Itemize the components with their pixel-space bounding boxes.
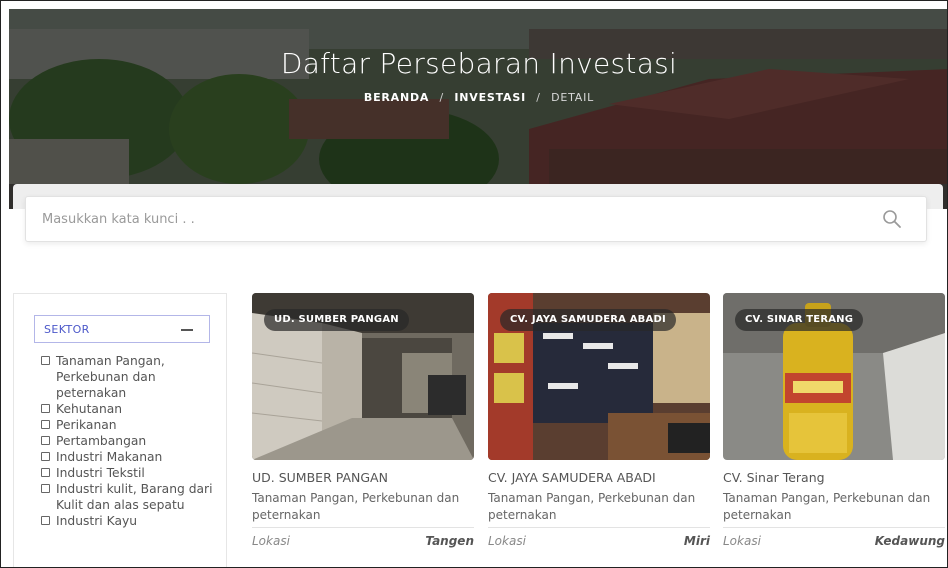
sector-option-label: Kehutanan [56, 402, 123, 416]
checkbox[interactable] [41, 516, 50, 525]
sector-option-label: Industri kulit, Barang dari Kulit dan al… [56, 482, 213, 512]
sektor-filter-header[interactable]: SEKTOR [34, 315, 210, 343]
sector-option[interactable]: Pertambangan [40, 433, 220, 449]
card-sector: Tanaman Pangan, Perkebunan dan peternaka… [723, 491, 931, 522]
sektor-filter-title: SEKTOR [44, 323, 90, 336]
search-icon[interactable] [882, 209, 902, 229]
card-sector: Tanaman Pangan, Perkebunan dan peternaka… [252, 491, 460, 522]
investment-card[interactable]: CV. JAYA SAMUDERA ABADI CV. JAYA SAMUDER… [488, 293, 710, 567]
sector-option-label: Industri Makanan [56, 450, 163, 464]
card-title[interactable]: CV. JAYA SAMUDERA ABADI [488, 470, 656, 485]
filter-sidebar: SEKTOR Tanaman Pangan, Perkebunan dan pe… [13, 293, 227, 567]
checkbox[interactable] [41, 356, 50, 365]
location-label: Lokasi [488, 534, 526, 548]
breadcrumb: BERANDA / INVESTASI / DETAIL [9, 91, 947, 104]
checkbox[interactable] [41, 484, 50, 493]
investment-card[interactable]: CV. SINAR TERANG CV. Sinar Terang Tanama… [723, 293, 945, 567]
breadcrumb-separator: / [439, 91, 445, 104]
breadcrumb-home-link[interactable]: BERANDA [364, 91, 429, 104]
location-label: Lokasi [723, 534, 761, 548]
card-tag: UD. SUMBER PANGAN [264, 309, 409, 331]
sector-option[interactable]: Industri Makanan [40, 449, 220, 465]
breadcrumb-current: DETAIL [551, 91, 595, 104]
sector-option[interactable]: Industri Tekstil [40, 465, 220, 481]
checkbox[interactable] [41, 420, 50, 429]
sector-option[interactable]: Tanaman Pangan, Perkebunan dan peternaka… [40, 353, 220, 401]
card-photo[interactable]: CV. JAYA SAMUDERA ABADI [488, 293, 710, 460]
breadcrumb-separator: / [536, 91, 541, 104]
checkbox[interactable] [41, 436, 50, 445]
sector-option-label: Industri Tekstil [56, 466, 145, 480]
card-photo[interactable]: UD. SUMBER PANGAN [252, 293, 474, 460]
hero-banner: Daftar Persebaran Investasi BERANDA / IN… [9, 9, 947, 209]
page-title: Daftar Persebaran Investasi [280, 47, 678, 80]
card-divider [723, 527, 945, 528]
checkbox[interactable] [41, 468, 50, 477]
sector-option[interactable]: Industri kulit, Barang dari Kulit dan al… [40, 481, 220, 513]
sector-option[interactable]: Perikanan [40, 417, 220, 433]
card-photo[interactable]: CV. SINAR TERANG [723, 293, 945, 460]
minus-icon[interactable] [181, 329, 193, 331]
search-input[interactable] [42, 197, 862, 241]
sector-option[interactable]: Kehutanan [40, 401, 220, 417]
page: Daftar Persebaran Investasi BERANDA / IN… [0, 0, 948, 568]
sector-checklist: Tanaman Pangan, Perkebunan dan peternaka… [40, 353, 220, 529]
card-tag: CV. JAYA SAMUDERA ABADI [500, 309, 676, 331]
card-tag: CV. SINAR TERANG [735, 309, 864, 331]
card-divider [488, 527, 710, 528]
investment-card[interactable]: UD. SUMBER PANGAN UD. SUMBER PANGAN Tana… [252, 293, 474, 567]
checkbox[interactable] [41, 452, 50, 461]
hero-overlay [9, 9, 947, 209]
search-bar [25, 196, 927, 242]
breadcrumb-investasi-link[interactable]: INVESTASI [454, 91, 526, 104]
sector-option-label: Industri Kayu [56, 514, 138, 528]
sector-option[interactable]: Industri Kayu [40, 513, 220, 529]
card-divider [252, 527, 474, 528]
card-title[interactable]: CV. Sinar Terang [723, 470, 825, 485]
location-value: Tangen [425, 534, 474, 548]
sector-option-label: Tanaman Pangan, Perkebunan dan peternaka… [56, 354, 165, 400]
sector-option-label: Perikanan [56, 418, 117, 432]
location-value: Kedawung [874, 534, 945, 548]
sector-option-label: Pertambangan [56, 434, 147, 448]
card-sector: Tanaman Pangan, Perkebunan dan peternaka… [488, 491, 696, 522]
card-title[interactable]: UD. SUMBER PANGAN [252, 470, 388, 485]
location-label: Lokasi [252, 534, 290, 548]
location-value: Miri [683, 534, 710, 548]
checkbox[interactable] [41, 404, 50, 413]
